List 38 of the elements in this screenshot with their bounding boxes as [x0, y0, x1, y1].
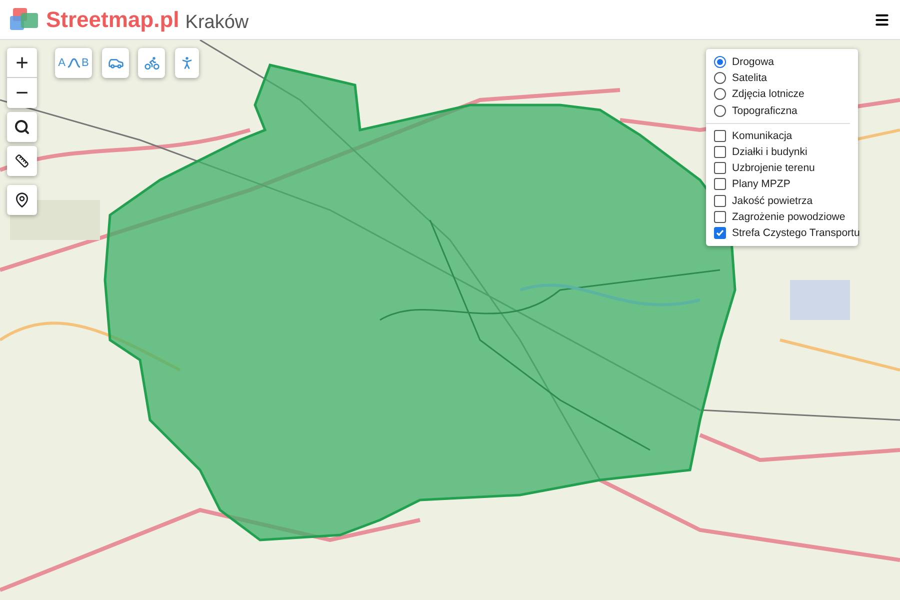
map-type-option[interactable]: Satelita: [714, 70, 858, 86]
map-pin-icon: [14, 192, 30, 208]
map-type-option[interactable]: Drogowa: [714, 54, 858, 70]
radio-button[interactable]: [714, 104, 726, 117]
layer-option[interactable]: Strefa Czystego Transportu: [714, 224, 858, 242]
search-button[interactable]: [7, 112, 37, 142]
ruler-icon: [15, 154, 29, 168]
bike-button[interactable]: [138, 48, 165, 78]
layer-option[interactable]: Zagrożenie powodziowe: [714, 208, 858, 225]
zoom-in-button[interactable]: +: [7, 48, 37, 78]
layer-option[interactable]: Komunikacja: [714, 128, 858, 144]
radio-button[interactable]: [714, 56, 726, 68]
radio-button[interactable]: [714, 72, 726, 84]
layer-option[interactable]: Uzbrojenie terenu: [714, 160, 858, 176]
map-type-option[interactable]: Zdjęcia lotnicze: [714, 86, 858, 103]
checkbox[interactable]: [714, 162, 726, 174]
layer-option[interactable]: Działki i budynki: [714, 144, 858, 160]
layer-option[interactable]: Plany MPZP: [714, 176, 858, 192]
radio-button[interactable]: [714, 88, 726, 100]
bike-icon: [144, 55, 160, 71]
pedestrian-button[interactable]: [175, 48, 199, 78]
layer-option[interactable]: Jakość powietrza: [714, 192, 858, 209]
checkbox[interactable]: [714, 130, 726, 142]
checkbox[interactable]: [714, 210, 726, 223]
checkbox[interactable]: [714, 178, 726, 190]
search-icon: [14, 119, 30, 135]
car-button[interactable]: [102, 48, 129, 78]
logo-icon: [10, 6, 40, 32]
zoom-out-button[interactable]: −: [7, 78, 37, 108]
city-name: Kraków: [185, 12, 249, 34]
checkbox[interactable]: [714, 226, 726, 239]
map-pin-button[interactable]: [7, 185, 37, 215]
brand-name: Streetmap.pl: [46, 6, 180, 32]
ruler-button[interactable]: [7, 146, 37, 176]
checkbox[interactable]: [714, 146, 726, 158]
map-type-option[interactable]: Topograficzna: [714, 102, 858, 119]
checkbox[interactable]: [714, 194, 726, 207]
route-curve-icon: [66, 57, 80, 69]
